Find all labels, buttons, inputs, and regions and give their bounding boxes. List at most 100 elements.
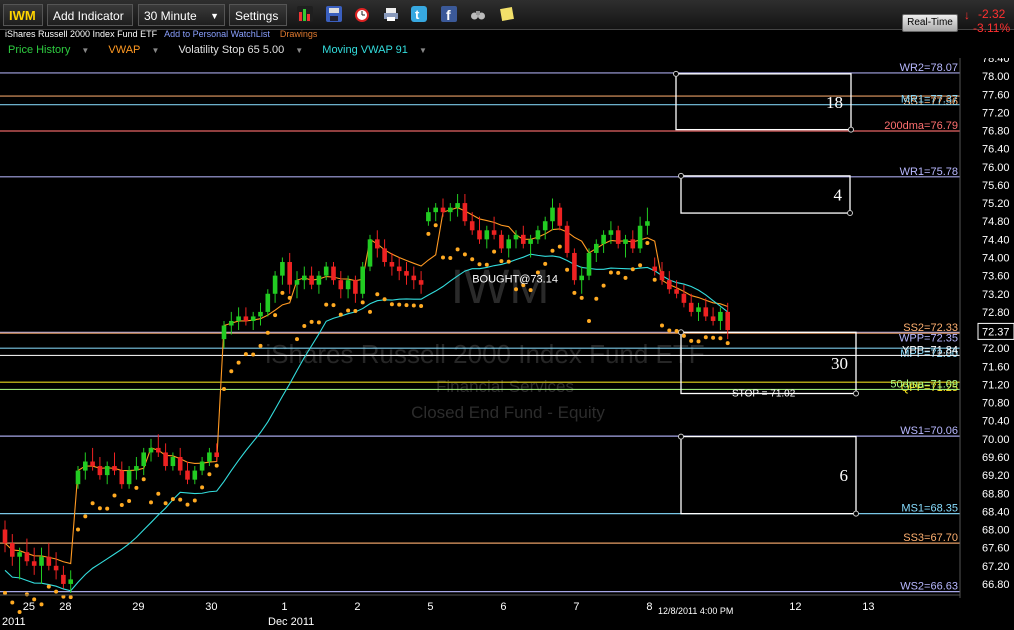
- box-handle: [673, 70, 679, 77]
- volatility-stop-dot: [492, 249, 497, 254]
- settings-button[interactable]: Settings: [229, 4, 287, 26]
- candle-body: [477, 230, 482, 240]
- bar-chart-icon[interactable]: [297, 6, 313, 22]
- candle-body: [97, 466, 103, 476]
- y-tick-label: 75.60: [982, 180, 1010, 192]
- legend-price-history[interactable]: Price History ▼: [8, 44, 97, 56]
- candle-body: [557, 207, 563, 226]
- x-tick-label: 6: [500, 601, 506, 613]
- candle-body: [294, 280, 300, 285]
- volatility-stop-dot: [426, 231, 431, 236]
- watermark-symbol: IWM: [451, 261, 550, 314]
- print-icon[interactable]: [383, 6, 399, 22]
- volatility-stop-dot: [353, 308, 358, 313]
- volatility-stop-dot: [696, 339, 701, 344]
- alarm-clock-icon[interactable]: [354, 6, 370, 22]
- candle-body: [163, 452, 168, 467]
- drawing-box: [675, 73, 852, 131]
- candle-body: [280, 262, 285, 276]
- volatility-stop-dot: [725, 341, 730, 346]
- drawing-boxes[interactable]: 18 4 30 6: [673, 70, 859, 517]
- y-tick-label: 73.60: [982, 271, 1010, 283]
- moving-vwap-line: [4, 253, 729, 592]
- legend-moving-vwap[interactable]: Moving VWAP 91 ▼: [322, 44, 435, 56]
- candle-body: [338, 280, 344, 290]
- volatility-stop-dot: [484, 262, 489, 267]
- y-tick-label: 69.60: [982, 452, 1010, 464]
- candle-body: [156, 447, 161, 453]
- box-label: 30: [831, 354, 848, 373]
- add-indicator-button[interactable]: Add Indicator: [47, 4, 133, 26]
- legend-volatility-stop[interactable]: Volatility Stop 65 5.00 ▼: [178, 44, 311, 56]
- volatility-stop-dot: [572, 290, 577, 295]
- chevron-down-icon: ▼: [151, 46, 160, 55]
- save-icon[interactable]: [326, 6, 342, 22]
- level-label: YPP=71.84: [902, 344, 958, 356]
- candle-body: [404, 271, 409, 276]
- volatility-stop-dot: [229, 369, 234, 374]
- candle-body: [250, 316, 256, 321]
- candle-body: [375, 239, 380, 249]
- volatility-stop-dot: [419, 304, 424, 309]
- candle-body: [236, 316, 241, 321]
- interval-dropdown[interactable]: 30 Minute ▼: [138, 4, 225, 26]
- vwap-line: [4, 207, 728, 565]
- candle-body: [462, 203, 468, 222]
- candle-body: [418, 280, 424, 285]
- volatility-stop-dot: [667, 328, 672, 333]
- candle-body: [426, 212, 431, 222]
- y-tick-label: 68.00: [982, 525, 1010, 537]
- volatility-stop-dot: [141, 477, 146, 482]
- box-handle: [848, 126, 854, 133]
- note-icon[interactable]: [499, 6, 515, 22]
- facebook-icon[interactable]: f: [441, 6, 457, 23]
- volatility-stop-dot: [448, 255, 453, 260]
- level-label: MS1=68.35: [901, 503, 958, 515]
- price-chart[interactable]: IWM iShares Russell 2000 Index Fund ETF …: [0, 58, 1014, 630]
- stop-annotation: STOP = 71.02: [732, 389, 796, 400]
- candle-body: [243, 316, 249, 321]
- y-tick-label: 76.80: [982, 126, 1010, 138]
- candle-body: [382, 248, 387, 263]
- candle-body: [433, 207, 438, 213]
- y-tick-label: 72.00: [982, 343, 1010, 355]
- y-tick-label: 74.80: [982, 216, 1010, 228]
- volatility-stop-dot: [163, 501, 168, 506]
- time-axis[interactable]: 25 28 29 30 1 2 5 6 7 8 12 132011 Dec 201112/8/2011 …: [0, 594, 960, 628]
- candle-body: [323, 266, 329, 276]
- x-tick-label: 28: [59, 601, 71, 613]
- volatility-stop-dot: [579, 295, 584, 300]
- y-tick-label: 71.60: [982, 361, 1010, 373]
- volatility-stop-dot: [506, 259, 511, 264]
- candle-body: [177, 456, 183, 471]
- price-change-percent: -3.11%: [973, 21, 1011, 35]
- add-watchlist-link[interactable]: Add to Personal WatchList: [164, 29, 270, 39]
- twitter-icon[interactable]: t: [411, 6, 427, 22]
- price-axis[interactable]: 66.80 67.20 67.60 68.00 68.40 68.80 69.20 69.60…: [959, 58, 1014, 630]
- x-month-label: Dec 2011: [268, 616, 314, 628]
- x-tick-label: 5: [427, 601, 433, 613]
- box-handle: [853, 390, 859, 397]
- chevron-down-icon: ▼: [81, 46, 90, 55]
- box-label: 6: [840, 466, 849, 485]
- level-label: WR2=78.07: [900, 62, 958, 74]
- chevron-down-icon: ▼: [210, 11, 219, 21]
- candle-body: [550, 207, 555, 222]
- candle-body: [703, 307, 709, 317]
- candle-body: [185, 470, 190, 480]
- volatility-stop-dot: [404, 303, 409, 308]
- symbol-field[interactable]: IWM: [3, 4, 43, 26]
- candle-body: [630, 239, 636, 249]
- level-label: SS2=72.33: [903, 322, 958, 334]
- y-tick-label: 70.00: [982, 434, 1010, 446]
- legend-vwap[interactable]: VWAP ▼: [108, 44, 167, 56]
- candle-body: [75, 470, 81, 485]
- drawings-link[interactable]: Drawings: [280, 29, 318, 39]
- volatility-stop-dot: [389, 302, 394, 307]
- volatility-stop-dot: [652, 277, 657, 282]
- y-tick-label: 75.20: [982, 198, 1010, 210]
- binoculars-icon[interactable]: [470, 6, 486, 22]
- volatility-stop-dot: [258, 343, 263, 348]
- level-label: WS2=66.63: [900, 581, 958, 593]
- volatility-stop-dot: [68, 595, 73, 600]
